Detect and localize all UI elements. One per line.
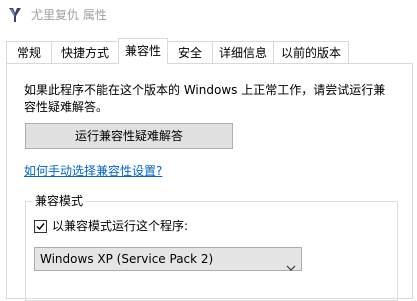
tab-general[interactable]: 常规 — [6, 41, 52, 63]
tab-security[interactable]: 安全 — [167, 41, 213, 63]
compat-mode-checkbox-label[interactable]: 以兼容模式运行这个程序: — [52, 218, 188, 234]
tab-compatibility[interactable]: 兼容性 — [118, 38, 168, 64]
tab-strip: 常规 快捷方式 兼容性 安全 详细信息 以前的版本 — [0, 38, 417, 65]
window-title: 尤里复仇 属性 — [31, 8, 107, 22]
run-troubleshooter-button[interactable]: 运行兼容性疑难解答 — [25, 123, 233, 149]
compat-os-select[interactable]: Windows XP (Service Pack 2) — [34, 247, 302, 271]
compat-os-select-value: Windows XP (Service Pack 2) — [40, 252, 214, 266]
app-icon — [7, 7, 23, 23]
compat-description: 如果此程序不能在这个版本的 Windows 上正常工作，请尝试运行兼容性疑难解答… — [24, 83, 386, 114]
compat-mode-checkbox[interactable] — [34, 220, 47, 233]
tab-previous-versions[interactable]: 以前的版本 — [273, 41, 349, 63]
compat-mode-group-title: 兼容模式 — [32, 193, 87, 209]
tab-details[interactable]: 详细信息 — [212, 41, 274, 63]
checkmark-icon — [36, 223, 45, 231]
manual-settings-link[interactable]: 如何手动选择兼容性设置? — [24, 163, 162, 179]
title-bar: 尤里复仇 属性 — [0, 0, 417, 31]
tab-shortcut[interactable]: 快捷方式 — [51, 41, 119, 63]
chevron-down-icon — [286, 256, 296, 275]
